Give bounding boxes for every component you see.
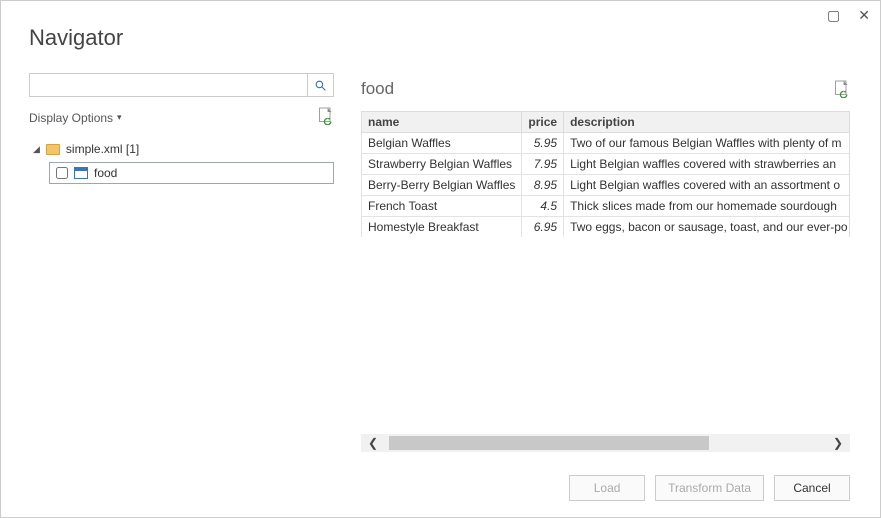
table-row[interactable]: Homestyle Breakfast6.95Two eggs, bacon o… [362, 217, 851, 238]
preview-title: food [361, 79, 394, 99]
display-options-label: Display Options [29, 111, 113, 125]
chevron-down-icon: ▾ [117, 112, 122, 123]
table-row[interactable]: Berry-Berry Belgian Waffles8.95Light Bel… [362, 175, 851, 196]
col-header-name[interactable]: name [362, 112, 522, 133]
search-icon [314, 79, 327, 92]
tree-root-label: simple.xml [1] [66, 142, 139, 156]
table-row[interactable]: Belgian Waffles5.95Two of our famous Bel… [362, 133, 851, 154]
refresh-preview-icon[interactable] [834, 80, 850, 98]
table-row[interactable]: Strawberry Belgian Waffles7.95Light Belg… [362, 154, 851, 175]
folder-icon [46, 144, 60, 155]
load-button[interactable]: Load [569, 475, 645, 501]
display-options-dropdown[interactable]: Display Options ▾ [29, 111, 122, 125]
close-icon[interactable]: ✕ [858, 7, 870, 24]
scroll-left-button[interactable]: ❮ [361, 434, 385, 452]
table-icon [74, 167, 88, 179]
transform-data-button[interactable]: Transform Data [655, 475, 764, 501]
col-header-price[interactable]: price [522, 112, 564, 133]
table-row[interactable]: French Toast4.5Thick slices made from ou… [362, 196, 851, 217]
cancel-button[interactable]: Cancel [774, 475, 850, 501]
collapse-icon[interactable]: ◢ [33, 144, 40, 155]
search-button[interactable] [308, 73, 334, 97]
tree-item-checkbox[interactable] [56, 167, 68, 179]
tree-root-item[interactable]: ◢ simple.xml [1] [29, 140, 334, 158]
maximize-icon[interactable]: ▢ [827, 7, 840, 24]
scroll-right-button[interactable]: ❯ [826, 434, 850, 452]
tree-child-item[interactable]: food [49, 162, 334, 184]
scroll-thumb[interactable] [389, 436, 709, 450]
refresh-icon[interactable] [318, 107, 334, 128]
page-title: Navigator [29, 25, 123, 51]
preview-table: name price description Belgian Waffles5.… [361, 111, 850, 237]
horizontal-scrollbar[interactable]: ❮ ❯ [361, 434, 850, 452]
tree-child-label: food [94, 166, 117, 180]
search-input[interactable] [29, 73, 308, 97]
col-header-desc[interactable]: description [564, 112, 850, 133]
